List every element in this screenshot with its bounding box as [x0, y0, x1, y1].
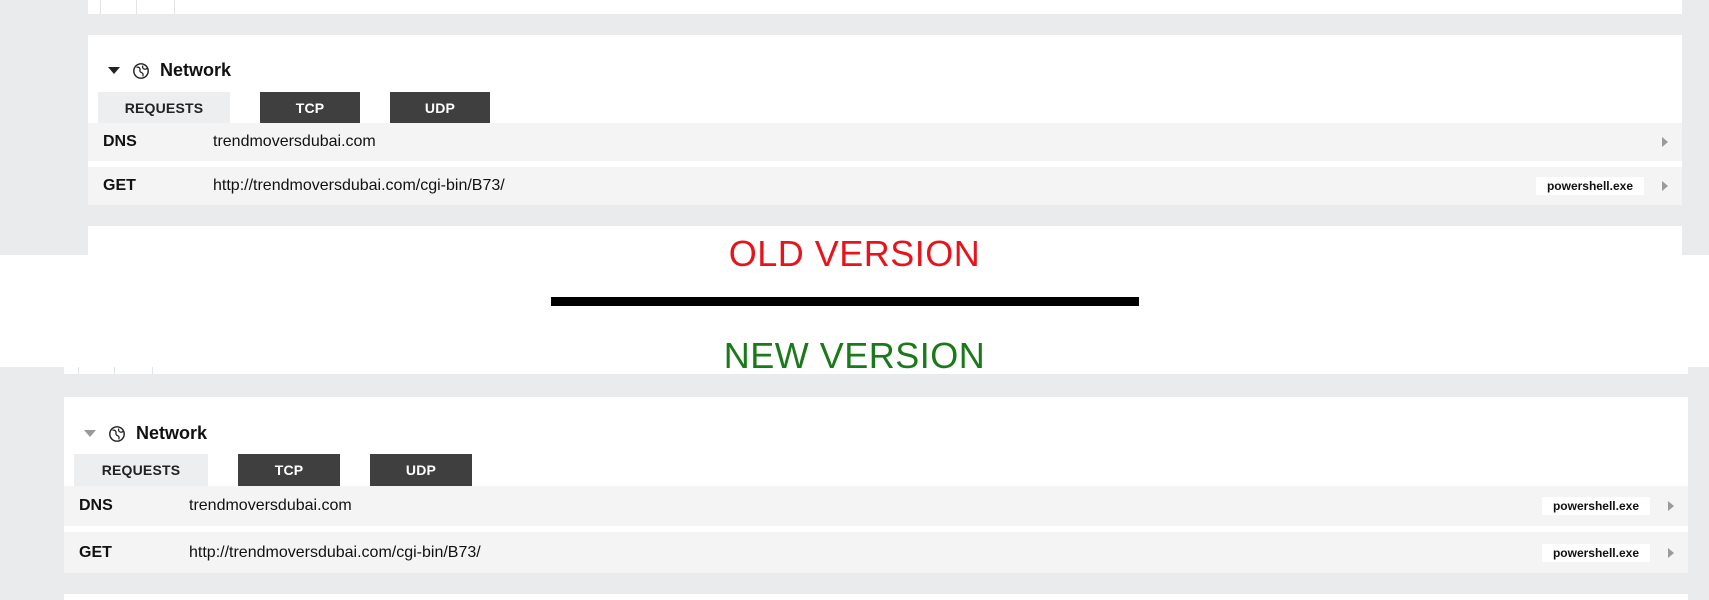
tab-bar: REQUESTS TCP UDP: [98, 92, 490, 124]
expand-arrow-icon[interactable]: [1668, 547, 1674, 558]
tab-bar: REQUESTS TCP UDP: [74, 454, 472, 486]
process-badge: powershell.exe: [1541, 497, 1650, 515]
process-badge: powershell.exe: [1541, 543, 1650, 562]
request-row-get[interactable]: GET http://trendmoversdubai.com/cgi-bin/…: [64, 532, 1688, 573]
request-method: DNS: [79, 497, 113, 514]
network-panel-header[interactable]: Network: [84, 423, 207, 444]
expand-arrow-icon[interactable]: [1662, 137, 1668, 147]
process-badge: powershell.exe: [1535, 177, 1644, 195]
tab-udp[interactable]: UDP: [390, 92, 490, 124]
request-value: http://trendmoversdubai.com/cgi-bin/B73/: [213, 177, 505, 194]
tab-requests[interactable]: REQUESTS: [74, 454, 208, 486]
comparison-screenshot: Network REQUESTS TCP UDP DNS trendmovers…: [0, 0, 1709, 600]
request-value: trendmoversdubai.com: [213, 133, 376, 150]
request-row-dns[interactable]: DNS trendmoversdubai.com powershell.exe: [64, 486, 1688, 526]
globe-icon: [133, 62, 149, 79]
request-method: GET: [103, 177, 136, 194]
tab-requests[interactable]: REQUESTS: [98, 92, 230, 124]
old-network-panel: Network REQUESTS TCP UDP DNS trendmovers…: [88, 35, 1682, 205]
request-method: DNS: [103, 133, 137, 150]
request-row-get[interactable]: GET http://trendmoversdubai.com/cgi-bin/…: [88, 167, 1682, 205]
request-method: GET: [79, 543, 112, 561]
request-value: http://trendmoversdubai.com/cgi-bin/B73/: [189, 543, 481, 561]
expand-arrow-icon[interactable]: [1662, 181, 1668, 191]
panel-title: Network: [160, 60, 232, 80]
request-row-dns[interactable]: DNS trendmoversdubai.com: [88, 123, 1682, 161]
request-value: trendmoversdubai.com: [189, 497, 352, 514]
network-panel-header[interactable]: Network: [108, 60, 231, 81]
collapse-caret-icon[interactable]: [108, 67, 120, 74]
panel-title: Network: [136, 423, 208, 443]
divider-rule: [551, 297, 1139, 306]
tab-tcp[interactable]: TCP: [260, 92, 360, 124]
globe-icon: [109, 425, 125, 442]
new-network-panel: Network REQUESTS TCP UDP DNS trendmovers…: [64, 397, 1688, 573]
collapse-caret-icon[interactable]: [84, 430, 96, 437]
expand-arrow-icon[interactable]: [1668, 501, 1674, 511]
new-version-label: NEW VERSION: [723, 335, 986, 376]
tab-tcp[interactable]: TCP: [238, 454, 340, 486]
old-version-label: OLD VERSION: [728, 233, 981, 274]
previous-panel-stub: [88, 0, 1682, 14]
next-panel-stub: [64, 594, 1688, 600]
tab-udp[interactable]: UDP: [370, 454, 472, 486]
